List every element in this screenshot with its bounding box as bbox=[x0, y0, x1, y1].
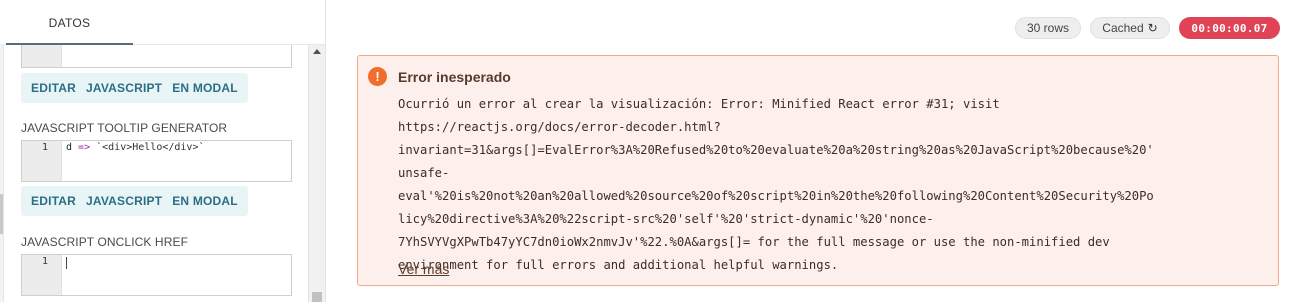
see-more-link[interactable]: Ver más bbox=[398, 261, 449, 277]
line-number: 1 bbox=[41, 256, 48, 267]
onclick-href-label: JAVASCRIPT ONCLICK HREF bbox=[21, 235, 188, 249]
row-count-text: 30 rows bbox=[1026, 21, 1070, 35]
chart-area: 30 rows Cached ↻ 00:00:00.07 ! Error ine… bbox=[327, 0, 1292, 302]
editor-actions-row: EDITAR JAVASCRIPT EN MODAL bbox=[21, 73, 248, 103]
refresh-icon: ↻ bbox=[1147, 21, 1158, 35]
alert-message-line: https://reactjs.org/docs/error-decoder.h… bbox=[398, 120, 721, 134]
code-line: d => `<div>Hello</div>` bbox=[66, 142, 204, 153]
javascript-button[interactable]: JAVASCRIPT bbox=[86, 81, 162, 95]
line-number: 1 bbox=[41, 142, 48, 153]
alert-message: Ocurrió un error al crear la visualizaci… bbox=[398, 93, 1272, 277]
alert-message-line: invariant=31&args[]=EvalError%3A%20Refus… bbox=[398, 143, 1154, 157]
editor-actions-row: EDITAR JAVASCRIPT EN MODAL bbox=[21, 186, 248, 216]
tab-datos[interactable]: DATOS bbox=[6, 0, 133, 45]
modal-button[interactable]: EN MODAL bbox=[172, 81, 238, 95]
scrollbar-thumb[interactable] bbox=[312, 292, 322, 302]
edge-marker bbox=[0, 194, 3, 234]
row-count-badge: 30 rows bbox=[1015, 17, 1081, 39]
alert-message-line: environment for full errors and addition… bbox=[398, 258, 839, 272]
alert-message-line: eval'%20is%20not%20an%20allowed%20source… bbox=[398, 189, 1154, 203]
tab-bar: DATOS bbox=[0, 0, 325, 45]
text-cursor bbox=[66, 257, 67, 269]
cached-label: Cached bbox=[1102, 21, 1144, 35]
alert-message-line: licy%20directive%3A%20%22script-src%20's… bbox=[398, 212, 934, 226]
alert-message-line: Ocurrió un error al crear la visualizaci… bbox=[398, 97, 1000, 111]
code-operator: => bbox=[78, 142, 91, 153]
config-panel: DATOS EDITAR JAVASCRIPT EN MODAL JAVASCR… bbox=[0, 0, 326, 302]
error-alert: ! Error inesperado Ocurrió un error al c… bbox=[357, 55, 1279, 286]
tab-datos-label: DATOS bbox=[48, 16, 91, 30]
tooltip-generator-editor[interactable]: 1 d => `<div>Hello</div>` bbox=[21, 140, 292, 182]
onclick-href-editor[interactable]: 1 bbox=[21, 254, 292, 296]
cached-button[interactable]: Cached ↻ bbox=[1090, 17, 1170, 39]
alert-title: Error inesperado bbox=[398, 69, 511, 85]
scroll-up-icon[interactable] bbox=[313, 49, 321, 54]
alert-message-line: 7YhSVYVgXPwTb47yYC7dn0ioWx2nmvJv'%22.%0A… bbox=[398, 235, 1110, 249]
query-timer-text: 00:00:00.07 bbox=[1191, 21, 1268, 35]
alert-message-line: unsafe- bbox=[398, 166, 450, 180]
query-timer-badge: 00:00:00.07 bbox=[1179, 17, 1280, 39]
edit-button[interactable]: EDITAR bbox=[31, 81, 76, 95]
panel-scrollbar[interactable] bbox=[308, 45, 325, 302]
edit-button[interactable]: EDITAR bbox=[31, 194, 76, 208]
code-token: d bbox=[66, 142, 79, 153]
javascript-button[interactable]: JAVASCRIPT bbox=[86, 194, 162, 208]
code-editor-previous[interactable] bbox=[21, 45, 292, 68]
modal-button[interactable]: EN MODAL bbox=[172, 194, 238, 208]
editor-gutter bbox=[22, 45, 62, 67]
code-string: `<div>Hello</div>` bbox=[90, 142, 205, 153]
settings-scroll-area[interactable]: EDITAR JAVASCRIPT EN MODAL JAVASCRIPT TO… bbox=[4, 45, 308, 302]
tooltip-generator-label: JAVASCRIPT TOOLTIP GENERATOR bbox=[21, 121, 228, 135]
exclamation-icon: ! bbox=[368, 67, 387, 86]
